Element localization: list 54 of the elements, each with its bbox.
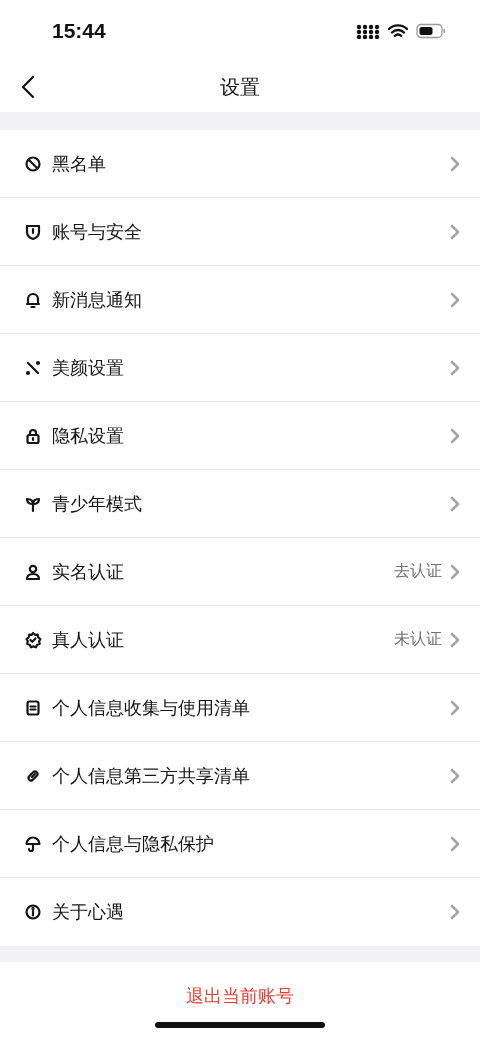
chevron-right-icon bbox=[450, 155, 460, 172]
settings-row[interactable]: 实名认证 去认证 bbox=[0, 538, 480, 606]
document-icon bbox=[24, 698, 42, 717]
row-label: 个人信息与隐私保护 bbox=[52, 831, 215, 856]
info-icon bbox=[24, 903, 42, 921]
umbrella-icon bbox=[24, 834, 42, 853]
chevron-right-icon bbox=[450, 835, 460, 852]
row-label: 真人认证 bbox=[52, 627, 125, 652]
row-label: 实名认证 bbox=[52, 559, 125, 584]
verified-badge-icon bbox=[24, 630, 42, 649]
back-icon[interactable] bbox=[21, 75, 35, 99]
row-status: 未认证 bbox=[394, 629, 442, 650]
chevron-right-icon bbox=[450, 767, 460, 784]
shield-icon bbox=[24, 222, 42, 241]
row-label: 美颜设置 bbox=[52, 355, 125, 380]
signal-icon bbox=[356, 23, 380, 39]
row-label: 个人信息第三方共享清单 bbox=[52, 763, 251, 788]
row-label: 账号与安全 bbox=[52, 219, 143, 244]
row-status: 去认证 bbox=[394, 561, 442, 582]
lock-icon bbox=[24, 426, 42, 445]
row-label: 青少年模式 bbox=[52, 491, 143, 516]
chevron-right-icon bbox=[450, 699, 460, 716]
settings-row[interactable]: 个人信息收集与使用清单 bbox=[0, 674, 480, 742]
row-label: 个人信息收集与使用清单 bbox=[52, 695, 251, 720]
chevron-right-icon bbox=[450, 223, 460, 240]
row-label: 隐私设置 bbox=[52, 423, 125, 448]
settings-row[interactable]: 账号与安全 bbox=[0, 198, 480, 266]
battery-icon bbox=[416, 23, 446, 39]
row-label: 关于心遇 bbox=[52, 900, 125, 924]
settings-row[interactable]: 关于心遇 bbox=[0, 878, 480, 946]
settings-row[interactable]: 真人认证 未认证 bbox=[0, 606, 480, 674]
page-title: 设置 bbox=[220, 73, 260, 101]
wifi-icon bbox=[388, 23, 408, 39]
settings-row[interactable]: 黑名单 bbox=[0, 130, 480, 198]
chevron-right-icon bbox=[450, 495, 460, 512]
wand-icon bbox=[24, 358, 42, 377]
chevron-right-icon bbox=[450, 359, 460, 376]
settings-row[interactable]: 青少年模式 bbox=[0, 470, 480, 538]
chevron-right-icon bbox=[450, 904, 460, 920]
status-time: 15:44 bbox=[52, 19, 106, 43]
chevron-right-icon bbox=[450, 291, 460, 308]
chevron-right-icon bbox=[450, 631, 460, 648]
settings-row[interactable]: 个人信息第三方共享清单 bbox=[0, 742, 480, 810]
bell-icon bbox=[24, 290, 42, 309]
settings-row[interactable]: 个人信息与隐私保护 bbox=[0, 810, 480, 878]
chevron-right-icon bbox=[450, 563, 460, 580]
row-label: 黑名单 bbox=[52, 151, 107, 176]
settings-row[interactable]: 隐私设置 bbox=[0, 402, 480, 470]
row-label: 新消息通知 bbox=[52, 287, 143, 312]
chevron-right-icon bbox=[450, 427, 460, 444]
settings-row[interactable]: 美颜设置 bbox=[0, 334, 480, 402]
settings-row[interactable]: 新消息通知 bbox=[0, 266, 480, 334]
person-icon bbox=[24, 562, 42, 581]
block-icon bbox=[24, 154, 42, 173]
